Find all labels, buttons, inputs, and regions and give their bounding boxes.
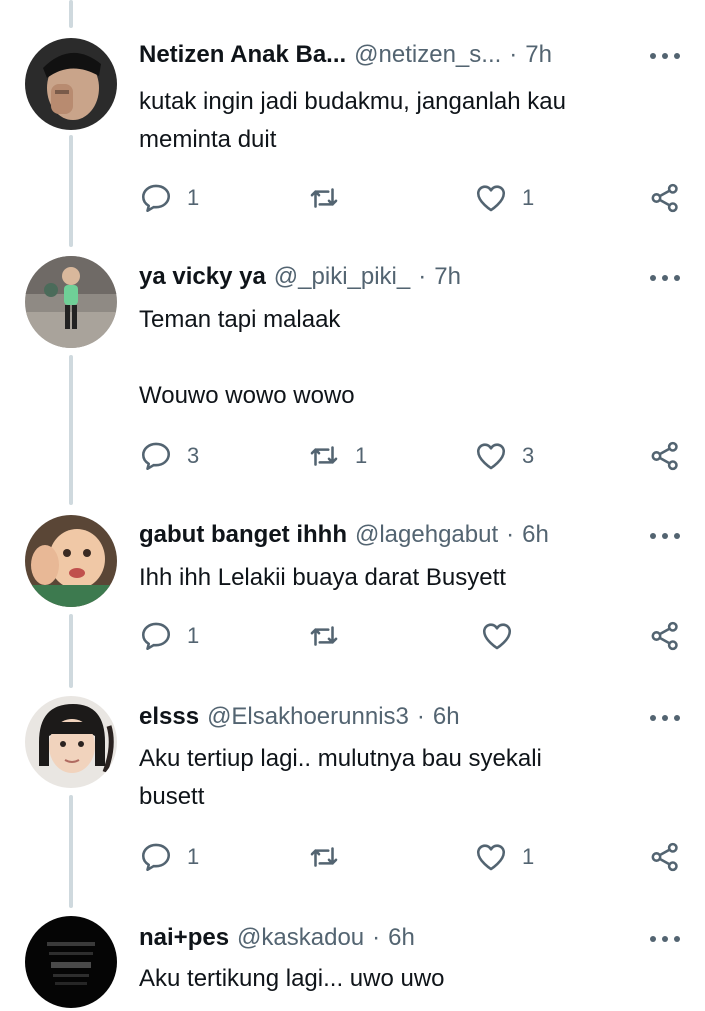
display-name[interactable]: elsss <box>139 703 199 731</box>
user-handle[interactable]: @netizen_s... <box>354 41 501 69</box>
share-button[interactable] <box>648 178 682 218</box>
thread-line <box>69 355 73 505</box>
timestamp[interactable]: 6h <box>388 924 415 952</box>
retweet-count: 1 <box>355 443 368 468</box>
share-icon <box>651 621 678 651</box>
more-icon[interactable] <box>650 44 680 68</box>
separator-dot: · <box>418 263 427 290</box>
user-handle[interactable]: @lagehgabut <box>355 521 498 549</box>
reply-icon <box>141 184 171 213</box>
display-name[interactable]: ya vicky ya <box>139 263 266 291</box>
thread-line <box>69 0 73 28</box>
timestamp[interactable]: 6h <box>522 521 549 549</box>
retweet-button[interactable] <box>307 616 355 656</box>
reply-button[interactable]: 1 <box>139 178 199 218</box>
like-button[interactable]: 3 <box>474 436 534 476</box>
reply-button[interactable]: 1 <box>139 837 199 877</box>
like-count: 3 <box>522 443 535 468</box>
display-name[interactable]: gabut banget ihhh <box>139 521 347 549</box>
action-bar: 1 1 <box>0 837 705 877</box>
tweet-text: Ihh ihh Lelakii buaya darat Busyett <box>139 564 506 591</box>
like-icon <box>476 185 506 212</box>
avatar[interactable] <box>25 696 117 788</box>
retweet-icon <box>310 626 338 646</box>
reply-icon <box>141 442 171 471</box>
reply-button[interactable]: 1 <box>139 616 199 656</box>
separator-dot: · <box>509 41 518 68</box>
timestamp[interactable]: 7h <box>525 41 552 69</box>
reply-count: 1 <box>187 185 200 210</box>
tweet-text: Aku tertikung lagi... uwo uwo <box>139 965 445 992</box>
share-button[interactable] <box>648 616 682 656</box>
like-button[interactable]: 1 <box>474 837 534 877</box>
reply-count: 3 <box>187 443 200 468</box>
like-count: 1 <box>522 844 535 869</box>
reply-count: 1 <box>187 623 200 648</box>
retweet-button[interactable]: 1 <box>307 436 367 476</box>
user-handle[interactable]: @Elsakhoerunnis3 <box>207 703 409 731</box>
like-button[interactable] <box>480 616 528 656</box>
like-count: 1 <box>522 185 535 210</box>
more-icon[interactable] <box>650 524 680 548</box>
avatar[interactable] <box>25 515 117 607</box>
separator-dot: · <box>416 703 425 730</box>
action-bar: 1 <box>0 616 705 656</box>
avatar[interactable] <box>25 256 117 348</box>
more-icon[interactable] <box>650 927 680 951</box>
action-bar: 1 1 <box>0 178 705 218</box>
avatar[interactable] <box>25 916 117 1008</box>
avatar[interactable] <box>25 38 117 130</box>
like-button[interactable]: 1 <box>474 178 534 218</box>
user-handle[interactable]: @kaskadou <box>237 924 364 952</box>
like-icon <box>482 623 512 650</box>
display-name[interactable]: Netizen Anak Ba... <box>139 41 346 69</box>
reply-icon <box>141 622 171 651</box>
more-icon[interactable] <box>650 266 680 290</box>
reply-icon <box>141 843 171 872</box>
share-icon <box>651 441 678 471</box>
share-icon <box>651 842 678 872</box>
reply-count: 1 <box>187 844 200 869</box>
like-icon <box>476 844 506 871</box>
tweet-text: Teman tapi malaak Wouwo wowo wowo <box>139 306 355 409</box>
timestamp[interactable]: 6h <box>433 703 460 731</box>
separator-dot: · <box>506 521 515 548</box>
reply-button[interactable]: 3 <box>139 436 199 476</box>
more-icon[interactable] <box>650 706 680 730</box>
action-bar: 3 1 3 <box>0 436 705 476</box>
timestamp[interactable]: 7h <box>434 263 461 291</box>
retweet-button[interactable] <box>307 837 355 877</box>
display-name[interactable]: nai+pes <box>139 924 229 952</box>
retweet-button[interactable] <box>307 178 355 218</box>
share-button[interactable] <box>648 436 682 476</box>
retweet-icon <box>310 188 338 208</box>
user-handle[interactable]: @_piki_piki_ <box>274 263 410 291</box>
like-icon <box>476 443 506 470</box>
share-button[interactable] <box>648 837 682 877</box>
retweet-icon <box>310 446 338 466</box>
retweet-icon <box>310 847 338 867</box>
tweet-text: Aku tertiup lagi.. mulutnya bau syekali … <box>139 745 542 810</box>
tweet-text: kutak ingin jadi budakmu, janganlah kau … <box>139 88 566 153</box>
separator-dot: · <box>372 924 381 951</box>
share-icon <box>651 183 678 213</box>
